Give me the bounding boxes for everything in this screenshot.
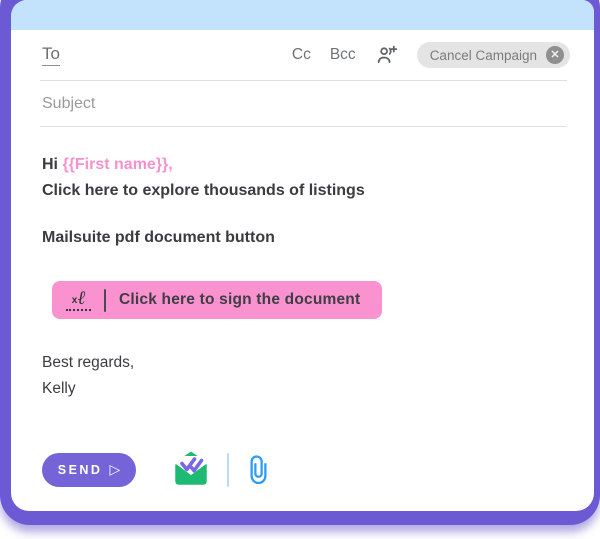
subject-row: Subject [11,81,594,126]
greeting-prefix: Hi [42,156,63,173]
sign-button-separator [104,288,106,312]
greeting-line: Hi {{First name}}, Click here to explore… [42,152,570,204]
send-arrow-icon: ▷ [109,461,121,477]
sign-button-label: Click here to sign the document [119,291,361,308]
closing-line2: Kelly [42,380,76,397]
closing-lines: Best regards, Kelly [42,350,570,402]
message-body[interactable]: Hi {{First name}}, Click here to explore… [11,127,594,402]
mailsuite-envelope-logo[interactable] [170,450,212,490]
cancel-campaign-chip[interactable]: Cancel Campaign ✕ [416,42,570,68]
to-field[interactable]: To [42,44,60,66]
footer-divider [227,453,229,487]
signature-icon: x ℓ [66,288,91,311]
window-frame: To Cc Bcc Cancel Campaign ✕ Subject Hi {… [0,0,600,525]
compose-window: To Cc Bcc Cancel Campaign ✕ Subject Hi {… [11,0,594,511]
sign-document-button[interactable]: x ℓ Click here to sign the document [52,281,383,319]
recipient-actions: Cc Bcc Cancel Campaign ✕ [292,42,570,68]
recipient-row: To Cc Bcc Cancel Campaign ✕ [11,30,594,80]
cc-button[interactable]: Cc [292,46,311,64]
merge-tag-first-name: {{First name}}, [62,156,173,173]
closing-line1: Best regards, [42,354,135,371]
compose-header-bar[interactable] [11,0,594,30]
intro-line: Click here to explore thousands of listi… [42,182,365,199]
person-add-icon[interactable] [375,44,398,67]
compose-footer: SEND ▷ [42,450,271,490]
attachment-icon[interactable] [246,455,271,485]
bcc-button[interactable]: Bcc [330,46,356,64]
pdf-line: Mailsuite pdf document button [42,229,275,246]
close-icon[interactable]: ✕ [546,46,564,64]
send-button[interactable]: SEND ▷ [42,453,136,487]
subject-field[interactable]: Subject [42,95,95,113]
cancel-campaign-label: Cancel Campaign [429,47,537,63]
